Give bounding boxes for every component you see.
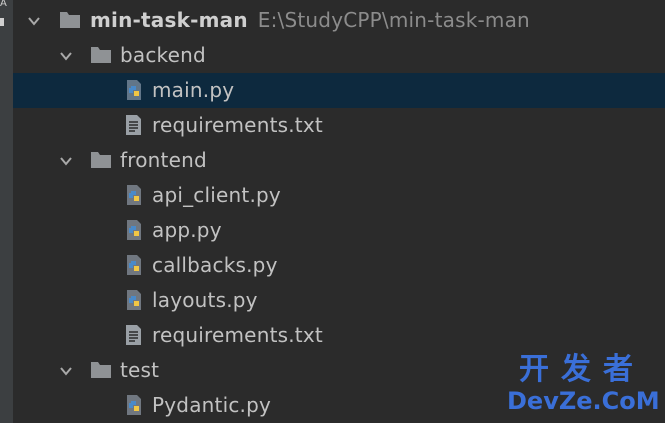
chevron-down-icon[interactable]	[59, 364, 73, 378]
tree-row-file-app-py[interactable]: app.py	[13, 213, 665, 248]
file-label: requirements.txt	[152, 323, 323, 347]
tree-row-file-api-client-py[interactable]: api_client.py	[13, 178, 665, 213]
tree-row-folder-frontend[interactable]: frontend	[13, 143, 665, 178]
python-file-icon	[127, 185, 141, 205]
gutter-marker-bar	[0, 18, 4, 26]
watermark-bottom-text: DevZe.CoM	[507, 387, 660, 415]
chevron-down-icon[interactable]	[27, 14, 41, 28]
folder-label-backend: backend	[120, 43, 206, 67]
file-label: requirements.txt	[152, 113, 323, 137]
watermark-top-text: 开发者	[519, 352, 645, 387]
file-label: main.py	[152, 78, 235, 102]
tree-row-file-requirements-txt[interactable]: requirements.txt	[13, 318, 665, 353]
project-name: min-task-man	[90, 8, 248, 32]
python-file-icon	[127, 290, 141, 310]
file-label: Pydantic.py	[152, 393, 272, 417]
chevron-down-icon[interactable]	[59, 154, 73, 168]
folder-icon	[91, 152, 111, 168]
text-file-icon	[126, 115, 141, 135]
file-label: layouts.py	[152, 288, 258, 312]
folder-label-test: test	[120, 358, 160, 382]
tree-row-file-layouts-py[interactable]: layouts.py	[13, 283, 665, 318]
tree-row-file-requirements-txt[interactable]: requirements.txt	[13, 108, 665, 143]
tree-row-project-root[interactable]: min-task-man E:\StudyCPP\min-task-man	[13, 3, 665, 38]
chevron-down-icon[interactable]	[59, 49, 73, 63]
tree-row-file-callbacks-py[interactable]: callbacks.py	[13, 248, 665, 283]
tree-row-folder-backend[interactable]: backend	[13, 38, 665, 73]
folder-label-frontend: frontend	[120, 148, 207, 172]
folder-icon	[60, 12, 80, 28]
python-file-icon	[127, 395, 141, 415]
python-file-icon	[127, 220, 141, 240]
gutter-marker: A	[0, 0, 7, 9]
text-file-icon	[126, 325, 141, 345]
left-gutter: A	[0, 0, 13, 423]
project-path: E:\StudyCPP\min-task-man	[257, 8, 530, 32]
file-label: app.py	[152, 218, 222, 242]
file-label: callbacks.py	[152, 253, 278, 277]
site-watermark: 开发者 DevZe.CoM	[507, 352, 660, 417]
tree-row-file-main-py[interactable]: main.py	[13, 73, 665, 108]
project-name-label: min-task-man E:\StudyCPP\min-task-man	[90, 8, 530, 32]
python-file-icon	[127, 80, 141, 100]
folder-icon	[91, 47, 111, 63]
folder-icon	[91, 362, 111, 378]
python-file-icon	[127, 255, 141, 275]
file-label: api_client.py	[152, 183, 281, 207]
